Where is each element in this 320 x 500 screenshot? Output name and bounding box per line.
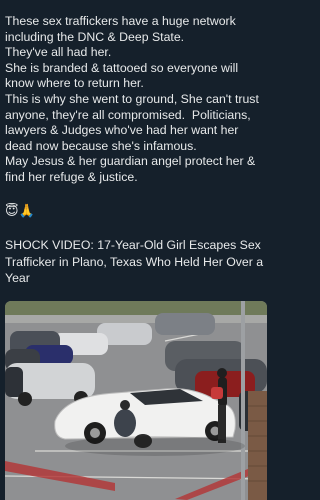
parking-lot-scene [5, 301, 267, 500]
lamp-post [241, 301, 245, 500]
brick-wall [248, 391, 267, 500]
post-text: These sex traffickers have a huge networ… [5, 14, 259, 184]
video-thumbnail[interactable] [5, 301, 267, 500]
emoji-row: 😇🙏 [5, 203, 35, 218]
link-card-title[interactable]: SHOCK VIDEO: 17-Year-Old Girl Escapes Se… [5, 237, 267, 287]
